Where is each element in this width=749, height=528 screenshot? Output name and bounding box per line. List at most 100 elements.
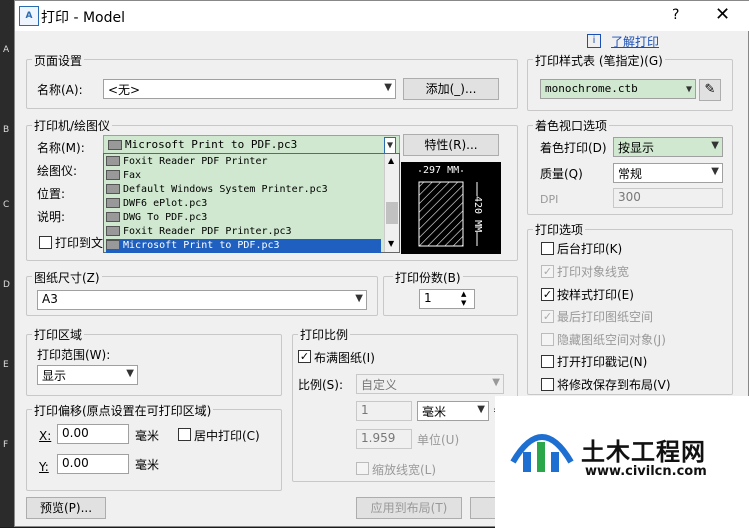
- plot-range-select[interactable]: 显示 ▼: [37, 365, 138, 385]
- printer-icon: [106, 170, 120, 180]
- printer-group-title: 打印机/绘图仪: [32, 117, 113, 134]
- offset-y-value: 0.00: [62, 456, 89, 470]
- scale-value2-input[interactable]: 1.959: [356, 429, 412, 449]
- offset-y-label: Y:: [39, 460, 49, 474]
- plot-option-label: 打印对象线宽: [557, 265, 630, 279]
- fit-to-paper-label: 布满图纸(I): [314, 351, 375, 365]
- dpi-input[interactable]: 300: [613, 188, 723, 208]
- copies-input[interactable]: 1: [419, 289, 475, 309]
- dropdown-item[interactable]: DWG To PDF.pc3: [106, 211, 381, 225]
- fit-to-paper-checkbox[interactable]: ✓: [298, 350, 311, 363]
- offset-y-input[interactable]: 0.00: [57, 454, 129, 474]
- shade-plot-value: 按显示: [618, 141, 655, 155]
- plot-option-label: 打开打印戳记(N): [557, 355, 648, 369]
- dropdown-item-selected[interactable]: Microsoft Print to PDF.pc3: [106, 239, 381, 253]
- plot-offset-title: 打印偏移(原点设置在可打印区域): [32, 402, 214, 419]
- page-setup-name-value: <无>: [108, 83, 141, 97]
- scroll-thumb[interactable]: [386, 202, 398, 224]
- dropdown-item-label: DWG To PDF.pc3: [123, 212, 208, 223]
- watermark-url: www.civilcn.com: [585, 464, 707, 479]
- civilcn-logo: [510, 434, 574, 472]
- add-page-setup-button[interactable]: 添加(_)...: [403, 78, 499, 100]
- plotter-label: 绘图仪:: [37, 164, 78, 178]
- scroll-down-icon[interactable]: ▼: [388, 239, 394, 248]
- page-setup-title: 页面设置: [32, 52, 85, 69]
- apply-to-layout-button[interactable]: 应用到布局(T): [356, 497, 462, 519]
- chevron-down-icon: ▼: [477, 404, 485, 415]
- paper-width-label: 297 MM: [421, 165, 462, 176]
- copies-title: 打印份数(B): [393, 269, 463, 286]
- pen-edit-icon[interactable]: ✎: [699, 79, 721, 101]
- dropdown-item[interactable]: Foxit Reader PDF Printer: [106, 155, 381, 169]
- offset-y-unit: 毫米: [135, 458, 160, 472]
- scale-unit-select[interactable]: 毫米 ▼: [417, 401, 489, 421]
- printer-icon: [106, 198, 120, 208]
- dropdown-scrollbar[interactable]: ▲ ▼: [384, 154, 399, 252]
- print-to-file-checkbox[interactable]: [39, 236, 52, 249]
- dropdown-item[interactable]: Default Windows System Printer.pc3: [106, 183, 381, 197]
- save-to-layout-checkbox[interactable]: [541, 378, 554, 391]
- dropdown-item[interactable]: DWF6 ePlot.pc3: [106, 197, 381, 211]
- preview-button[interactable]: 预览(P)...: [26, 497, 106, 519]
- chevron-down-icon: ▼: [126, 368, 134, 379]
- chevron-down-icon: ▼: [384, 82, 392, 93]
- quality-select[interactable]: 常规 ▼: [613, 163, 723, 183]
- autocad-icon: A: [19, 6, 39, 26]
- learn-plot-link[interactable]: 了解打印: [611, 33, 659, 50]
- dropdown-item-label: Default Windows System Printer.pc3: [123, 184, 328, 195]
- plot-lineweights-checkbox[interactable]: ✓: [541, 265, 554, 278]
- background-plot-checkbox[interactable]: [541, 242, 554, 255]
- offset-x-input[interactable]: 0.00: [57, 424, 129, 444]
- chevron-down-icon: ▼: [492, 377, 500, 388]
- scroll-up-icon[interactable]: ▲: [388, 156, 394, 165]
- dropdown-item[interactable]: Fax: [106, 169, 381, 183]
- quality-value: 常规: [618, 167, 643, 181]
- shade-plot-select[interactable]: 按显示 ▼: [613, 137, 723, 157]
- plot-with-styles-checkbox[interactable]: ✓: [541, 288, 554, 301]
- page-setup-name-label: 名称(A):: [37, 83, 83, 97]
- printer-icon: [106, 240, 120, 250]
- scale-lineweights-label: 缩放线宽(L): [372, 463, 437, 477]
- printer-icon: [106, 156, 120, 166]
- dropdown-item[interactable]: Foxit Reader PDF Printer.pc3: [106, 225, 381, 239]
- plot-options-title: 打印选项: [533, 221, 586, 238]
- dropdown-item-label: DWF6 ePlot.pc3: [123, 198, 208, 209]
- chevron-down-icon: ▼: [711, 140, 719, 151]
- plot-paperspace-last-checkbox[interactable]: ✓: [541, 310, 554, 323]
- printer-dropdown-list[interactable]: Foxit Reader PDF Printer Fax Default Win…: [103, 153, 400, 253]
- quality-label: 质量(Q): [540, 167, 583, 181]
- dropdown-item-label: Microsoft Print to PDF.pc3: [123, 240, 280, 251]
- scale-label: 比例(S):: [298, 378, 344, 392]
- printer-icon: [106, 226, 120, 236]
- scale-select[interactable]: 自定义 ▼: [356, 374, 504, 394]
- center-plot-checkbox[interactable]: [178, 428, 191, 441]
- paper-size-select[interactable]: A3 ▼: [37, 290, 367, 310]
- printer-icon: [108, 140, 122, 150]
- scale-lineweights-checkbox[interactable]: [356, 462, 369, 475]
- plot-style-select[interactable]: monochrome.ctb ▼: [540, 79, 696, 99]
- title-bar: A 打印 - Model ? ✕: [15, 1, 749, 31]
- description-label: 说明:: [37, 210, 66, 224]
- center-plot-label: 居中打印(C): [194, 429, 260, 443]
- offset-x-unit: 毫米: [135, 429, 160, 443]
- plot-option-label: 隐藏图纸空间对象(J): [557, 333, 666, 347]
- hide-paperspace-objects-checkbox[interactable]: [541, 333, 554, 346]
- printer-name-select[interactable]: Microsoft Print to PDF.pc3 ▼: [103, 135, 400, 155]
- canvas-ruler-strip: ABC DEF: [0, 0, 14, 527]
- scale-value: 自定义: [361, 378, 398, 392]
- help-button[interactable]: ?: [672, 7, 679, 23]
- plot-stamp-checkbox[interactable]: [541, 355, 554, 368]
- copies-value: 1: [424, 291, 432, 305]
- chevron-down-icon: ▼: [355, 293, 363, 304]
- plot-range-value: 显示: [42, 369, 67, 383]
- close-button[interactable]: ✕: [715, 4, 730, 25]
- copies-spinner[interactable]: ▲ ▼: [461, 290, 466, 308]
- printer-properties-button[interactable]: 特性(R)...: [403, 134, 499, 156]
- page-setup-name-select[interactable]: <无> ▼: [103, 79, 396, 99]
- printer-icon: [106, 184, 120, 194]
- paper-height-label: 420 MM: [472, 196, 483, 233]
- scale-value1-input[interactable]: 1: [356, 401, 412, 421]
- plot-range-label: 打印范围(W):: [37, 348, 111, 362]
- plot-option-label: 后台打印(K): [557, 242, 623, 256]
- plot-style-title: 打印样式表 (笔指定)(G): [533, 52, 665, 69]
